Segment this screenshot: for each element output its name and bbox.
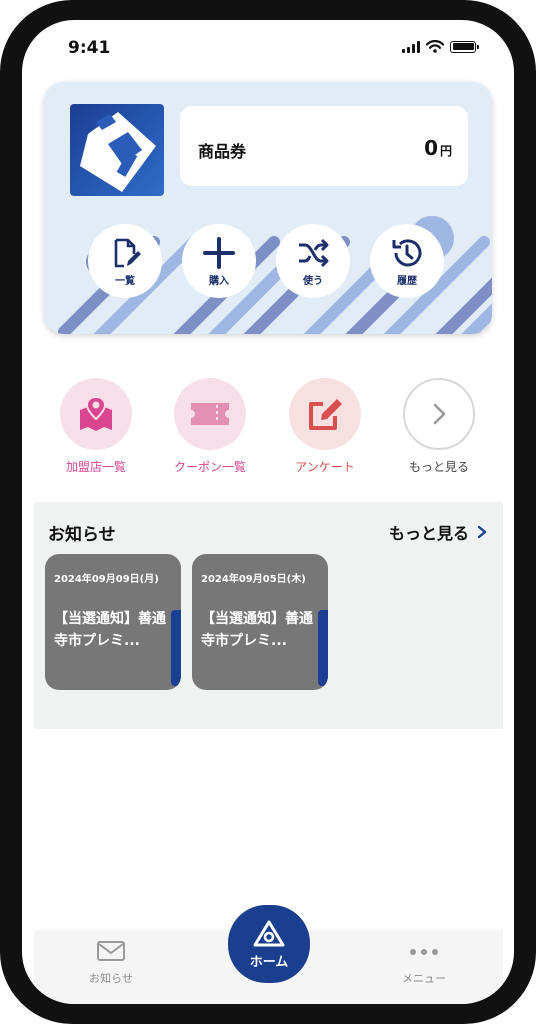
amount-value: 0 (424, 136, 438, 160)
more-dots-icon (410, 949, 438, 955)
use-button-label: 使う (303, 275, 323, 287)
survey-shortcut[interactable]: アンケート (275, 378, 375, 475)
chevron-right-icon (477, 525, 487, 539)
more-shortcut-label: もっと見る (408, 460, 469, 474)
home-button[interactable]: ホーム (228, 905, 310, 983)
shuffle-icon (299, 238, 329, 267)
news-headline: 【当選通知】善通寺市プレミ... (54, 611, 166, 649)
news-more-link[interactable]: もっと見る (389, 520, 487, 544)
history-icon (392, 238, 422, 266)
plus-icon (203, 236, 235, 269)
history-button[interactable]: 履歴 (370, 224, 444, 298)
mail-icon (97, 941, 125, 961)
history-button-label: 履歴 (397, 275, 417, 287)
list-button[interactable]: 一覧 (88, 224, 162, 298)
balance-card: 商品券 0円 一覧 購入 使う 履歴 (44, 82, 492, 334)
voucher-name: 商品券 (198, 142, 247, 161)
use-button[interactable]: 使う (276, 224, 350, 298)
chevron-right-icon (433, 403, 446, 425)
app-screen: 9:41 商品券 0 円 一覧 購入 使う 履歴 加盟店一覧 クーポン一覧 アン… (22, 20, 514, 1004)
coupon-list-shortcut[interactable]: クーポン一覧 (160, 378, 260, 475)
ticket-icon (191, 403, 229, 425)
voucher-amount: 0円 (424, 136, 452, 160)
voucher-logo (70, 104, 164, 196)
store-list-label: 加盟店一覧 (65, 460, 126, 474)
news-section: お知らせ もっと見る 2024年09月09日(月) 【当選通知】善通寺市プレミ.… (34, 502, 503, 729)
status-time: 9:41 (68, 38, 111, 58)
news-headline: 【当選通知】善通寺市プレミ... (201, 611, 313, 649)
news-card[interactable]: 2024年09月09日(月) 【当選通知】善通寺市プレミ... (45, 554, 181, 690)
news-card[interactable]: 2024年09月05日(木) 【当選通知】善通寺市プレミ... (192, 554, 328, 690)
home-icon (253, 920, 285, 946)
survey-label: アンケート (295, 460, 355, 474)
list-button-label: 一覧 (115, 275, 135, 287)
purchase-button-label: 購入 (209, 275, 229, 287)
signal-icon (402, 40, 420, 53)
nav-menu-label: メニュー (402, 972, 446, 985)
news-more-label: もっと見る (388, 524, 469, 543)
document-edit-icon (114, 238, 141, 267)
news-date: 2024年09月09日(月) (54, 574, 159, 585)
nav-menu[interactable]: メニュー (379, 940, 469, 986)
voucher-balance-box[interactable]: 商品券 0円 (180, 106, 468, 186)
status-icons (402, 40, 479, 53)
coupon-list-label: クーポン一覧 (173, 460, 246, 474)
store-map-icon (80, 395, 112, 431)
phone-frame: 9:41 商品券 0 円 一覧 購入 使う 履歴 加盟店一覧 クーポン一覧 アン… (0, 0, 536, 1024)
news-date: 2024年09月05日(木) (201, 574, 306, 585)
amount-unit: 円 (439, 144, 452, 158)
home-label: ホーム (249, 954, 289, 970)
edit-icon (309, 399, 342, 430)
news-title: お知らせ (48, 525, 116, 545)
more-shortcut[interactable]: もっと見る (389, 378, 489, 475)
battery-icon (450, 40, 479, 53)
nav-news[interactable]: お知らせ (66, 940, 156, 986)
purchase-button[interactable]: 購入 (182, 224, 256, 298)
store-list-shortcut[interactable]: 加盟店一覧 (46, 378, 146, 475)
wifi-icon (426, 40, 444, 53)
nav-news-label: お知らせ (89, 972, 133, 985)
